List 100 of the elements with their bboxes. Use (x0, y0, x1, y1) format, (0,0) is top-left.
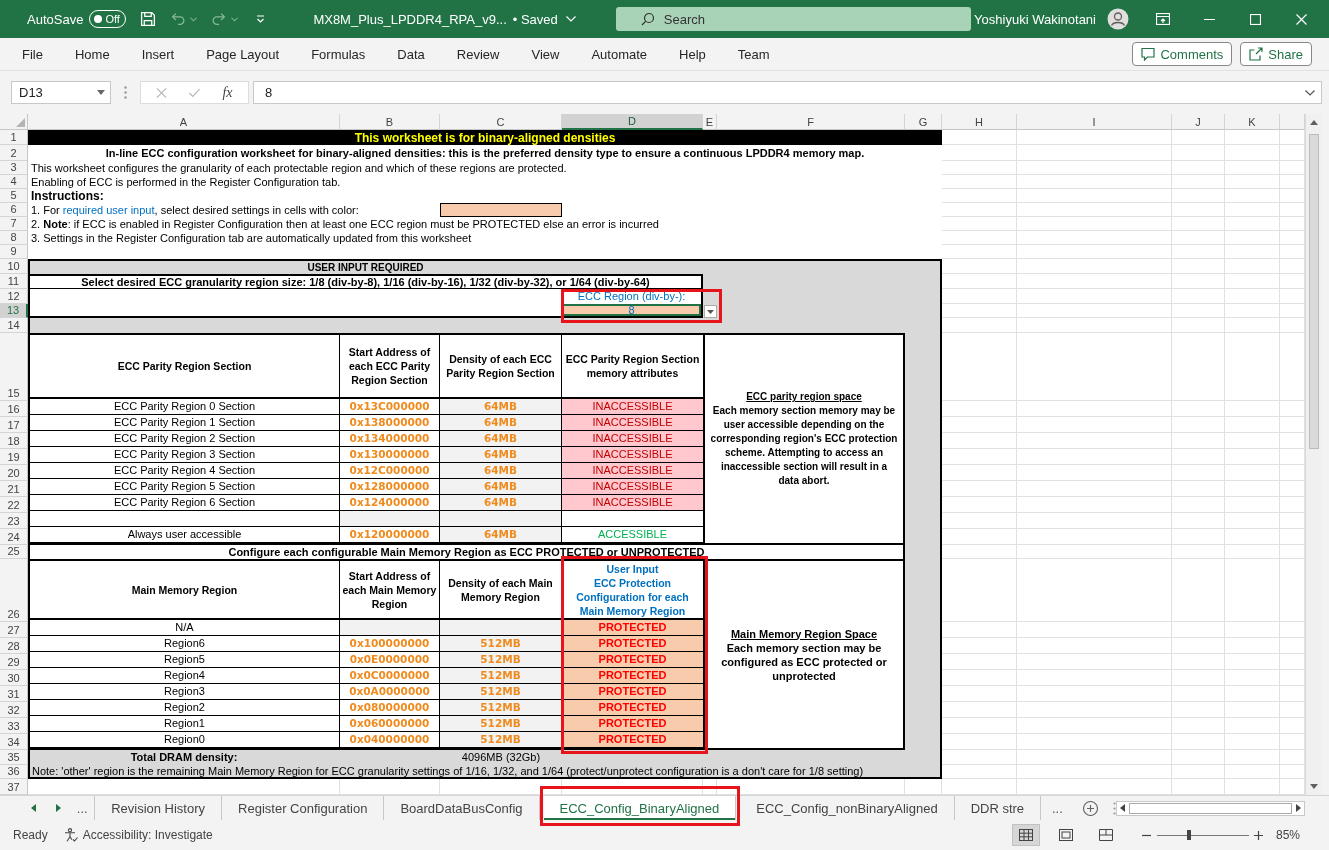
row-header[interactable]: 7 (0, 217, 28, 231)
column-header[interactable]: F (717, 114, 905, 130)
row-header[interactable]: 10 (0, 259, 28, 274)
ribbon-tab[interactable]: Page Layout (190, 38, 296, 70)
empty-cell[interactable] (28, 289, 562, 318)
close-icon (1295, 13, 1307, 25)
row-header[interactable]: 30 (0, 670, 28, 686)
table-cell: ECC Parity Region 0 Section (30, 399, 340, 415)
row-header[interactable]: 11 (0, 274, 28, 289)
row-header[interactable]: 19 (0, 449, 28, 465)
column-header[interactable]: E (703, 114, 717, 130)
row-header[interactable]: 32 (0, 702, 28, 718)
zoom-slider[interactable] (1156, 828, 1249, 842)
row-header[interactable]: 8 (0, 231, 28, 245)
row-header[interactable]: 28 (0, 638, 28, 654)
formula-input[interactable]: 8 (253, 81, 1322, 104)
table-cell: ECC Parity Region 4 Section (30, 463, 340, 479)
insert-function-button[interactable]: fx (216, 84, 239, 101)
table-cell: INACCESSIBLE (562, 479, 703, 495)
column-header[interactable]: I (1017, 114, 1172, 130)
row-header[interactable]: 26 (0, 559, 28, 622)
row-header[interactable]: 23 (0, 513, 28, 529)
slider-thumb[interactable] (1187, 830, 1192, 840)
accessibility-status[interactable]: Accessibility: Investigate (82, 828, 213, 842)
instruction-text: 1. For required user input, select desired settings in cells with color: (31, 204, 359, 216)
row-header[interactable]: 14 (0, 318, 28, 333)
ribbon-tab[interactable]: Automate (575, 38, 664, 70)
name-box[interactable]: D13 (11, 81, 111, 104)
avatar-icon[interactable] (1107, 8, 1129, 30)
autosave-label: AutoSave (27, 11, 84, 27)
row-header[interactable]: 24 (0, 529, 28, 545)
ribbon-tab[interactable]: Review (440, 38, 516, 70)
ecc-region-input[interactable]: 8 (562, 304, 703, 318)
row-header[interactable]: 33 (0, 718, 28, 734)
row-header[interactable]: 29 (0, 654, 28, 670)
ribbon-tab[interactable]: Data (381, 38, 441, 70)
row-header[interactable]: 13 (0, 304, 28, 318)
sheet-tab[interactable]: ECC_Config_BinaryAligned (543, 796, 737, 820)
share-icon (1249, 47, 1264, 61)
toggle-knob-icon (94, 15, 103, 23)
ribbon-tab[interactable]: View (515, 38, 576, 70)
window-layout-icon (1156, 13, 1170, 25)
ribbon-tab[interactable]: Formulas (295, 38, 382, 70)
row-header[interactable]: 27 (0, 622, 28, 638)
search-field[interactable]: Search (615, 7, 971, 31)
row-header[interactable]: 1 (0, 130, 28, 145)
row-header[interactable]: 21 (0, 481, 28, 497)
row-header[interactable]: 36 (0, 765, 28, 779)
row-header[interactable]: 25 (0, 545, 28, 559)
share-button[interactable]: Share (1240, 42, 1312, 66)
row-header[interactable]: 12 (0, 289, 28, 304)
scroll-thumb[interactable] (1309, 134, 1319, 449)
column-header[interactable]: B (340, 114, 440, 130)
row-header[interactable]: 15 (0, 333, 28, 401)
zoom-level[interactable]: 85% (1275, 828, 1300, 842)
row-header[interactable]: 6 (0, 203, 28, 217)
row-header[interactable]: 4 (0, 175, 28, 189)
table-cell: INACCESSIBLE (562, 463, 703, 479)
table-cell: INACCESSIBLE (562, 399, 703, 415)
table-cell: 512MB (440, 732, 562, 748)
row-header[interactable]: 17 (0, 417, 28, 433)
row-header[interactable]: 20 (0, 465, 28, 481)
table-cell: 64MB (440, 431, 562, 447)
normal-view-button[interactable] (1011, 824, 1040, 846)
more-sheets-button[interactable]: ... (1045, 796, 1070, 820)
row-header[interactable]: 3 (0, 161, 28, 175)
ribbon-tab[interactable]: File (6, 38, 59, 70)
column-header[interactable]: A (28, 114, 340, 130)
table-cell: N/A (30, 620, 340, 636)
row-header[interactable]: 35 (0, 750, 28, 765)
ribbon-tab[interactable]: Home (58, 38, 126, 70)
comments-button[interactable]: Comments (1132, 42, 1233, 66)
table-cell: 512MB (440, 684, 562, 700)
row-header[interactable]: 5 (0, 189, 28, 203)
row-header[interactable]: 2 (0, 145, 28, 161)
column-header[interactable]: K (1225, 114, 1280, 130)
row-header[interactable]: 37 (0, 779, 28, 795)
save-status-button[interactable]: • Saved (512, 11, 576, 27)
column-header[interactable]: D (562, 114, 703, 130)
dropdown-button[interactable] (704, 305, 717, 318)
row-header[interactable]: 34 (0, 734, 28, 750)
row-header[interactable]: 22 (0, 497, 28, 513)
row-header[interactable]: 16 (0, 401, 28, 417)
column-header[interactable]: J (1172, 114, 1225, 130)
row-header[interactable]: 18 (0, 433, 28, 449)
table-cell: Region5 (30, 652, 340, 668)
horizontal-scrollbar[interactable] (1116, 800, 1305, 816)
column-header[interactable]: G (905, 114, 942, 130)
caret-icon (190, 16, 198, 22)
scroll-thumb[interactable] (1129, 802, 1292, 814)
ribbon-tab[interactable]: Team (721, 38, 786, 70)
row-header[interactable]: 9 (0, 245, 28, 259)
column-header[interactable]: C (440, 114, 562, 130)
column-header[interactable]: H (942, 114, 1017, 130)
ribbon-tab[interactable]: Help (663, 38, 722, 70)
plus-icon[interactable] (1253, 830, 1263, 840)
instruction-text: 2. Note: if ECC is enabled in Register Configuration then at least one ECC region must be PROTECTED else an error is incurred (31, 218, 659, 230)
row-header[interactable]: 31 (0, 686, 28, 702)
note-text: Each memory section memory may be user accessible depending on the corresponding region's ECC protection scheme. Attempting to access an inaccessible section will result in a data abort. (710, 404, 898, 488)
ribbon-tab[interactable]: Insert (125, 38, 191, 70)
